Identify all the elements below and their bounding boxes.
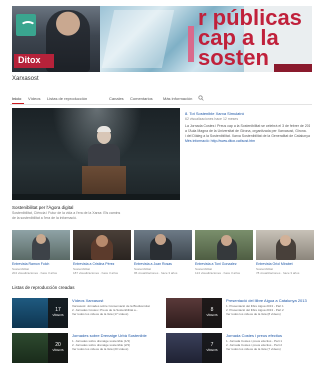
active-tab-indicator [12, 103, 24, 104]
logo-text: Ditox [18, 55, 41, 65]
tab-videos[interactable]: Vídeos [28, 96, 40, 101]
playlist-view-all-link[interactable]: Ver todos los vídeos de la lista (8 víde… [226, 312, 312, 316]
playlist-count-overlay: 8 VÍDEOS [202, 298, 222, 328]
playlist-title[interactable]: Jornada Costes i preus efectius [226, 333, 312, 338]
playlist-thumbnail[interactable]: 17 VÍDEOS [12, 298, 68, 328]
playlist-count-overlay: 17 VÍDEOS [48, 298, 68, 328]
video-views: 204 visualizaciones · hace 3 años [12, 271, 58, 275]
video-thumbnail[interactable] [134, 230, 192, 260]
tab-comentarios[interactable]: Comentarios [130, 96, 153, 101]
playlist-view-all-link[interactable]: Ver todos los vídeos de la lista (20 víd… [72, 347, 158, 351]
ditox-logo-icon [16, 14, 36, 36]
playlist-title[interactable]: Presentació del llibre Aigua a Catalunya… [226, 298, 312, 303]
video-card[interactable]: Entrevista a Toni Gonzalez Sostenibilita… [195, 230, 253, 278]
thumbnail-face [36, 234, 46, 244]
video-thumbnail[interactable] [73, 230, 131, 260]
section-description: Sostenibilitat, Ciència i Futur de la vi… [12, 211, 192, 220]
thumbnail-face [155, 234, 166, 245]
playlists-section-title: Listas de reproducción creadas [12, 285, 75, 290]
playlist-count-overlay: 20 VÍDEOS [48, 333, 68, 363]
banner-tag [274, 64, 312, 72]
banner-water-highlight [101, 10, 175, 68]
description-link[interactable]: Més informació: http://www.ditox.cat/sos… [185, 139, 310, 144]
video-meta: Sostenibilitat 124 visualizaciones · hac… [195, 267, 253, 275]
playlist-thumbnail[interactable]: 7 VÍDEOS [166, 333, 222, 363]
tab-inicio[interactable]: Inicio [12, 96, 21, 101]
playlist-count-label: VÍDEOS [206, 313, 218, 317]
video-views: 187 visualizaciones · hace 3 años [73, 271, 119, 275]
video-thumbnail[interactable] [256, 230, 314, 260]
video-views: 124 visualizaciones · hace 3 años [195, 271, 241, 275]
playlist-entries: 1. Jornades sobre drenatge sostenible (1… [72, 339, 158, 352]
channel-name: Xarxasost [12, 76, 39, 82]
thumbnail-face [96, 235, 108, 247]
playlist-count-label: VÍDEOS [52, 313, 64, 317]
playlist-thumbnail[interactable]: 20 VÍDEOS [12, 333, 68, 363]
channel-tabs: Inicio Vídeos Listas de reproducción Can… [10, 96, 312, 105]
featured-video-player[interactable] [12, 108, 180, 200]
banner-accent-bar [188, 26, 194, 62]
video-title[interactable]: Entrevista Ramon Folch [12, 262, 70, 266]
speaker-hair [97, 126, 111, 132]
tab-mas-informacion[interactable]: Más información [163, 96, 192, 101]
channel-banner: Ditox r públicas cap a la sosten [12, 6, 312, 72]
featured-video-description: La Jornada Costes i Preus cap a la Soste… [185, 124, 310, 144]
video-thumbnail[interactable] [195, 230, 253, 260]
playlist-item[interactable]: 7 VÍDEOS Jornada Costes i preus efectius… [166, 333, 314, 363]
playlist-item[interactable]: 20 VÍDEOS Jornades sobre Drenatge Urbà S… [12, 333, 160, 363]
playlist-title[interactable]: Vídeos Xarxasost [72, 298, 158, 303]
playlist-entries: Xarxasost: Jornades sobre Conservació de… [72, 304, 158, 317]
video-title[interactable]: Entrevista a Toni Gonzalez [195, 262, 253, 266]
video-meta: Sostenibilitat 187 visualizaciones · hac… [73, 267, 131, 275]
video-title[interactable]: Entrevista a Joan Rosas [134, 262, 192, 266]
playlist-thumbnail[interactable]: 8 VÍDEOS [166, 298, 222, 328]
playlist-count-label: VÍDEOS [52, 348, 64, 352]
video-views: 78 visualizaciones · hace 3 años [256, 271, 300, 275]
video-meta: Sostenibilitat 95 visualizaciones · hace… [134, 267, 192, 275]
playlist-title[interactable]: Jornades sobre Drenatge Urbà Sostenible [72, 333, 158, 338]
playlist-item[interactable]: 17 VÍDEOS Vídeos Xarxasost Xarxasost: Jo… [12, 298, 160, 328]
youtube-channel-page: Ditox r públicas cap a la sosten Xarxaso… [0, 0, 321, 365]
thumbnail-face [221, 235, 232, 246]
playlist-item[interactable]: 8 VÍDEOS Presentació del llibre Aigua a … [166, 298, 314, 328]
video-meta: Sostenibilitat 78 visualizaciones · hace… [256, 267, 314, 275]
playlist-view-all-link[interactable]: Ver todos los vídeos de la lista (7 víde… [226, 347, 312, 351]
search-icon[interactable] [198, 95, 204, 101]
section-description-line: de la sostenibilitat a l'era de la infor… [12, 215, 77, 220]
playlist-entries: 1. Jornada Costes i preus efectius - Par… [226, 339, 312, 352]
section-title[interactable]: Sostenibilitat per l'Àgora digital [12, 205, 73, 210]
video-title[interactable]: Entrevista a Cristina Pérez [73, 262, 131, 266]
banner-headline-line-3: sosten [198, 45, 269, 70]
video-title[interactable]: Entrevista Oriol Mirabet [256, 262, 314, 266]
video-thumbnail[interactable] [12, 230, 70, 260]
playlist-view-all-link[interactable]: Ver todos los vídeos de la lista (17 víd… [72, 312, 158, 316]
video-views: 95 visualizaciones · hace 3 años [134, 271, 178, 275]
playlist-count-overlay: 7 VÍDEOS [202, 333, 222, 363]
video-card[interactable]: Entrevista Oriol Mirabet Sostenibilitat … [256, 230, 314, 278]
thumbnail-face [280, 235, 291, 246]
video-card[interactable]: Entrevista a Cristina Pérez Sostenibilit… [73, 230, 131, 278]
video-card[interactable]: Entrevista Ramon Folch Sostenibilitat 20… [12, 230, 70, 278]
playlist-count-label: VÍDEOS [206, 348, 218, 352]
featured-video-title[interactable]: 8. Tot Sostenible Xarxa Simulatró [185, 111, 310, 116]
video-bottom-bar [12, 194, 180, 200]
featured-video-views: 62 visualizaciones hace 12 meses [185, 117, 239, 121]
tab-canales[interactable]: Canales [109, 96, 124, 101]
playlist-entries: 1. Presentació del llibre Aigua 2013 - P… [226, 304, 312, 317]
tab-listas[interactable]: Listas de reproducción [47, 96, 87, 101]
video-card[interactable]: Entrevista a Joan Rosas Sostenibilitat 9… [134, 230, 192, 278]
video-meta: Sostenibilitat 204 visualizaciones · hac… [12, 267, 70, 275]
